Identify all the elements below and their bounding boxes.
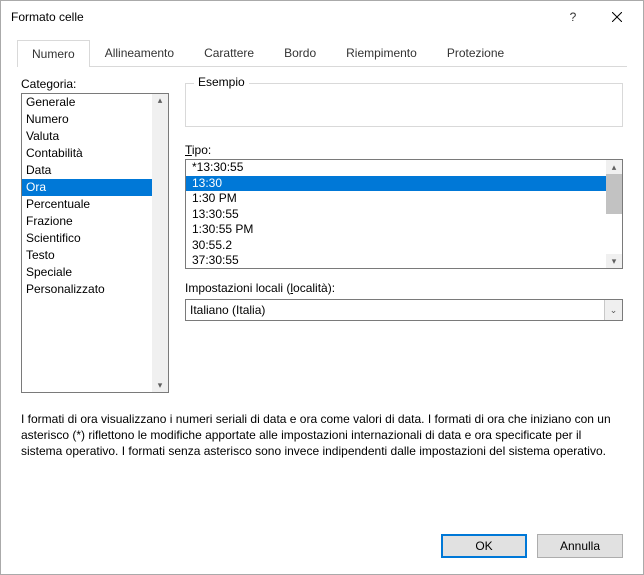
cancel-button[interactable]: Annulla xyxy=(537,534,623,558)
tab-carattere[interactable]: Carattere xyxy=(189,39,269,66)
scroll-down-icon: ▾ xyxy=(158,381,163,390)
help-icon: ? xyxy=(570,10,577,24)
type-item[interactable]: 30:55.2 xyxy=(186,238,622,254)
category-item[interactable]: Contabilità xyxy=(22,145,168,162)
tab-riempimento[interactable]: Riempimento xyxy=(331,39,432,66)
title-bar: Formato celle ? xyxy=(1,1,643,33)
format-cells-dialog: Formato celle ? NumeroAllineamentoCaratt… xyxy=(0,0,644,575)
close-icon xyxy=(612,12,622,22)
category-item[interactable]: Speciale xyxy=(22,264,168,281)
type-scroll-up[interactable]: ▴ xyxy=(606,160,622,174)
chevron-down-icon: ⌄ xyxy=(604,300,622,320)
category-list[interactable]: GeneraleNumeroValutaContabilitàDataOraPe… xyxy=(21,93,169,393)
tab-strip: NumeroAllineamentoCarattereBordoRiempime… xyxy=(17,39,627,67)
type-label: Tipo: xyxy=(185,143,211,157)
tab-allineamento[interactable]: Allineamento xyxy=(90,39,189,66)
example-group: Esempio xyxy=(185,83,623,127)
dialog-title: Formato celle xyxy=(11,10,84,24)
tab-numero[interactable]: Numero xyxy=(17,40,90,67)
tab-bordo[interactable]: Bordo xyxy=(269,39,331,66)
type-item[interactable]: 1:30:55 PM xyxy=(186,222,622,238)
type-item[interactable]: 37:30:55 xyxy=(186,253,622,269)
footer: OK Annulla xyxy=(1,518,643,574)
close-button[interactable] xyxy=(595,2,639,32)
category-item[interactable]: Data xyxy=(22,162,168,179)
category-item[interactable]: Personalizzato xyxy=(22,281,168,298)
category-label: Categoria: xyxy=(21,77,169,91)
category-item[interactable]: Valuta xyxy=(22,128,168,145)
type-item[interactable]: 1:30 PM xyxy=(186,191,622,207)
help-button[interactable]: ? xyxy=(551,2,595,32)
locale-value: Italiano (Italia) xyxy=(190,303,265,317)
category-item[interactable]: Scientifico xyxy=(22,230,168,247)
category-item[interactable]: Ora xyxy=(22,179,168,196)
type-item[interactable]: 13:30 xyxy=(186,176,622,192)
category-item[interactable]: Percentuale xyxy=(22,196,168,213)
description-text: I formati di ora visualizzano i numeri s… xyxy=(21,411,623,460)
tab-protezione[interactable]: Protezione xyxy=(432,39,519,66)
ok-button[interactable]: OK xyxy=(441,534,527,558)
locale-label: Impostazioni locali (località): xyxy=(185,281,623,295)
type-scroll-down[interactable]: ▾ xyxy=(606,254,622,268)
scroll-up-icon: ▴ xyxy=(158,96,163,105)
category-item[interactable]: Generale xyxy=(22,94,168,111)
category-item[interactable]: Frazione xyxy=(22,213,168,230)
type-item[interactable]: 13:30:55 xyxy=(186,207,622,223)
locale-select[interactable]: Italiano (Italia) ⌄ xyxy=(185,299,623,321)
category-item[interactable]: Testo xyxy=(22,247,168,264)
category-item[interactable]: Numero xyxy=(22,111,168,128)
type-scroll-thumb[interactable] xyxy=(606,174,622,214)
type-item[interactable]: *13:30:55 xyxy=(186,160,622,176)
content-area: Categoria: GeneraleNumeroValutaContabili… xyxy=(1,67,643,518)
type-list[interactable]: *13:30:5513:301:30 PM13:30:551:30:55 PM3… xyxy=(185,159,623,269)
category-scrollbar[interactable]: ▴ ▾ xyxy=(152,94,168,392)
example-label: Esempio xyxy=(194,75,249,89)
